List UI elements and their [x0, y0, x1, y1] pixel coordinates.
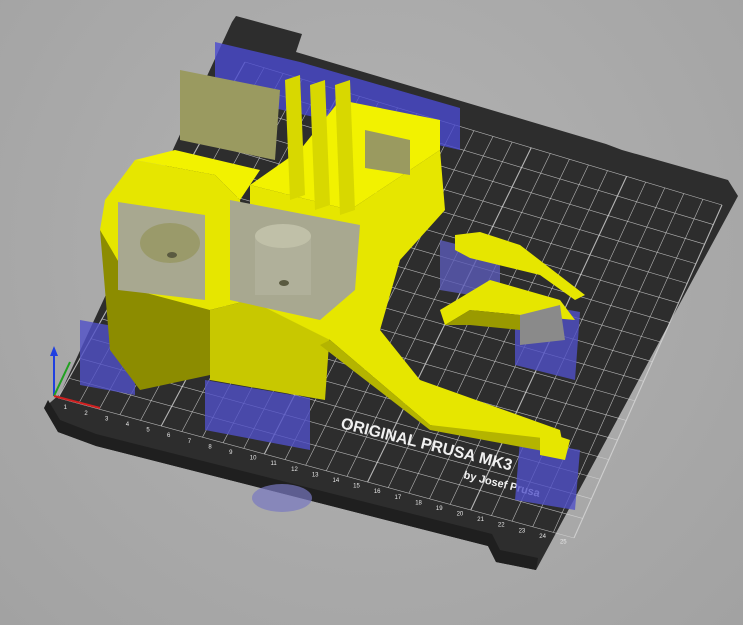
axis-tick-label: 25 [560, 540, 567, 546]
axis-tick-label: 15 [353, 484, 360, 490]
axis-tick-label: 24 [539, 534, 546, 540]
axis-tick-label: 20 [457, 512, 464, 518]
axis-tick-label: 17 [395, 495, 402, 501]
scene[interactable]: 1234567891011121314151617181920212223242… [0, 0, 743, 625]
hidden-cylinder [252, 484, 312, 512]
axis-tick-label: 23 [519, 528, 526, 534]
axis-tick-label: 21 [477, 517, 484, 523]
3d-viewport[interactable]: 1 2 3 4 5 6 7 8 9 10 11 12 13 14 15 16 17 18 19 20 21 22 23 24 2… [0, 0, 743, 625]
axis-tick-label: 11 [270, 461, 277, 467]
axis-tick-label: 14 [332, 478, 339, 484]
axis-tick-label: 18 [415, 500, 422, 506]
axis-tick-label: 10 [250, 456, 257, 462]
axis-tick-label: 12 [291, 467, 298, 473]
axis-tick-label: 22 [498, 523, 505, 529]
axis-tick-label: 16 [374, 489, 381, 495]
axis-tick-label: 13 [312, 472, 319, 478]
axis-tick-label: 19 [436, 506, 443, 512]
